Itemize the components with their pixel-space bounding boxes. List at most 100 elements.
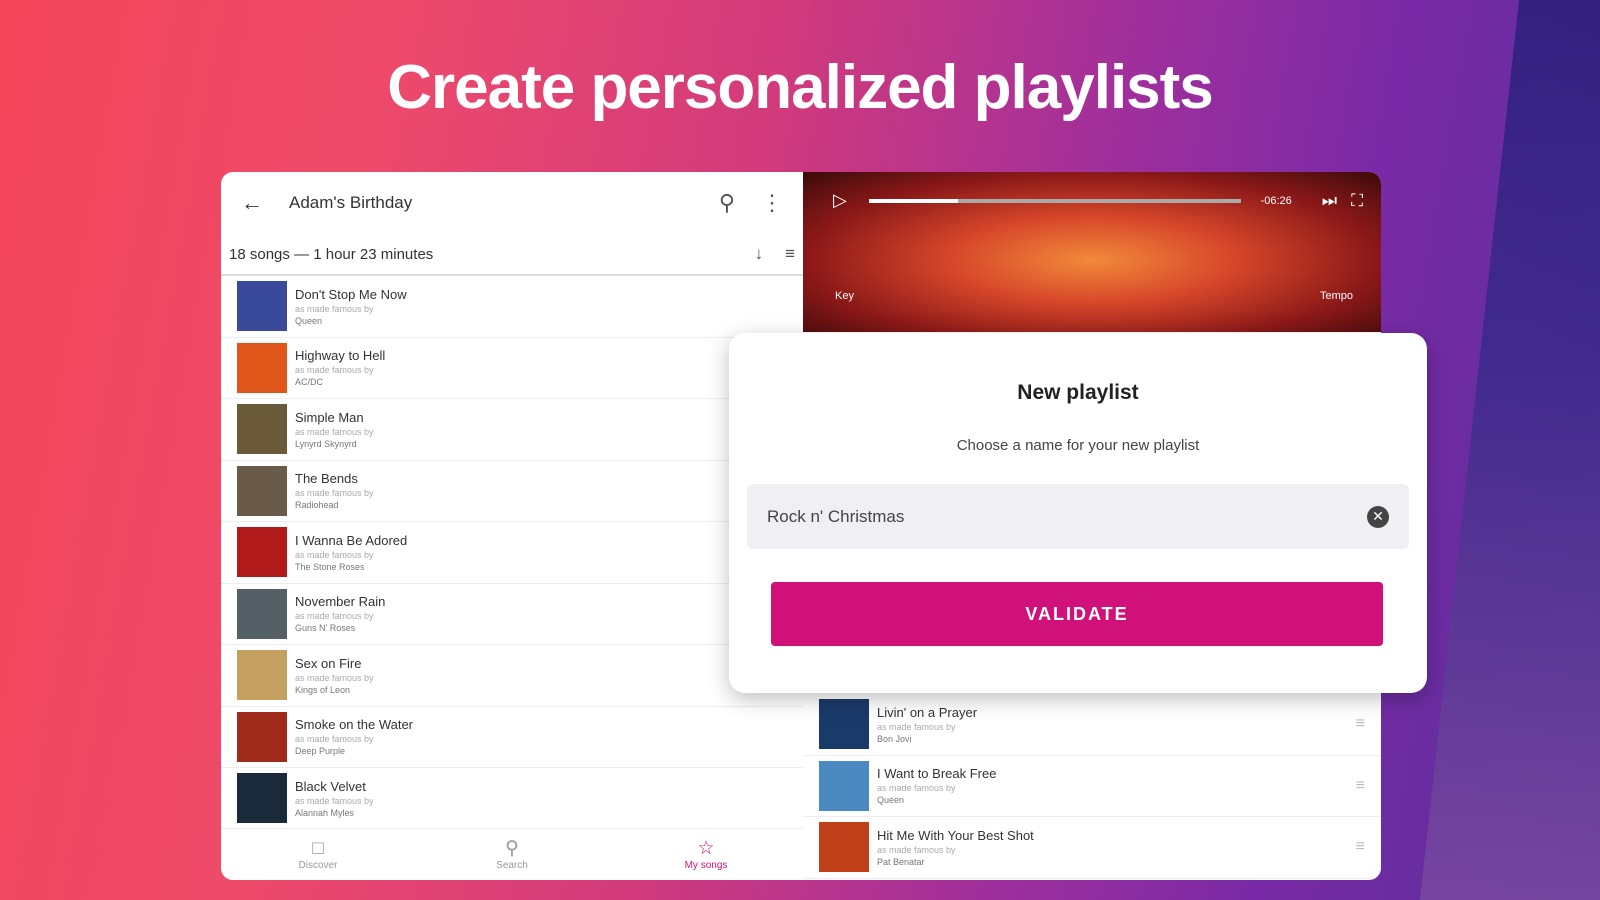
song-subtitle: as made famous by xyxy=(295,303,374,314)
search-icon[interactable]: ⚲ xyxy=(719,190,735,216)
playlist-summary-bar: 18 songs — 1 hour 23 minutes ↓ ≡ xyxy=(221,234,803,276)
song-row[interactable]: The Bends as made famous by Radiohead xyxy=(221,461,803,522)
song-row[interactable]: Simple Man as made famous by Lynyrd Skynyr… xyxy=(221,399,803,461)
album-art xyxy=(237,650,287,701)
song-title: Smoke on the Water xyxy=(295,717,414,733)
album-art xyxy=(819,760,869,811)
song-subtitle: as made famous by xyxy=(295,549,374,560)
song-title: Livin' on a Prayer xyxy=(877,704,978,720)
song-subtitle: as made famous by xyxy=(295,365,374,376)
progress-track[interactable] xyxy=(869,198,1241,203)
song-list: Don't Stop Me Now as made famous by Queen H… xyxy=(221,276,803,830)
song-artist: Lynyrd Skynyrd xyxy=(295,438,357,449)
album-art xyxy=(237,404,287,455)
song-artist: AC/DC xyxy=(295,377,324,388)
song-artist: Guns N' Roses xyxy=(295,623,356,634)
song-meta: Simple Man as made famous by Lynyrd Skynyr… xyxy=(295,409,374,450)
playlist-name-field: ✕ xyxy=(747,484,1409,549)
song-meta: Livin' on a Prayer as made famous by Bon J… xyxy=(877,704,977,745)
new-playlist-dialog: New playlist Choose a name for your new … xyxy=(729,333,1427,693)
song-row[interactable]: I Want to Break Free as made famous by Que… xyxy=(803,756,1381,817)
background-shape xyxy=(1420,0,1600,900)
sort-icon[interactable]: ≡ xyxy=(785,244,795,264)
song-subtitle: as made famous by xyxy=(295,672,374,683)
playlist-panel: ← Adam's Birthday ⚲ ⋮ 18 songs — 1 hour … xyxy=(221,172,803,880)
song-artist: Queen xyxy=(295,315,323,326)
song-subtitle: as made famous by xyxy=(295,734,374,745)
album-art xyxy=(819,699,869,750)
book-icon: □ xyxy=(312,838,324,859)
video-controls: ▷ -06:26 ⏭ ⛶ xyxy=(833,190,1363,211)
song-subtitle: as made famous by xyxy=(295,611,374,622)
song-subtitle: as made famous by xyxy=(295,795,374,806)
album-art xyxy=(237,588,287,639)
song-row[interactable]: Don't Stop Me Now as made famous by Queen xyxy=(221,276,803,338)
play-icon[interactable]: ▷ xyxy=(833,190,869,211)
fullscreen-icon[interactable]: ⛶ xyxy=(1351,191,1363,211)
dialog-title: New playlist xyxy=(1017,381,1139,404)
song-meta: Highway to Hell as made famous by AC/DC xyxy=(295,347,385,388)
playlist-name-input[interactable] xyxy=(767,506,1367,527)
download-icon[interactable]: ↓ xyxy=(755,244,764,264)
album-art xyxy=(819,822,869,873)
song-title: I Wanna Be Adored xyxy=(295,532,408,548)
song-title: I Want to Break Free xyxy=(877,766,997,782)
playlist-title: Adam's Birthday xyxy=(289,193,413,212)
headline: Create personalized playlists xyxy=(387,53,1214,122)
song-meta: I Wanna Be Adored as made famous by The St… xyxy=(295,532,407,573)
song-subtitle: as made famous by xyxy=(295,488,374,499)
more-vert-icon[interactable]: ⋮ xyxy=(761,190,783,216)
video-area: ▷ -06:26 ⏭ ⛶ Key Tempo xyxy=(803,172,1381,332)
song-artist: Alannah Myles xyxy=(295,807,355,818)
validate-button[interactable]: VALIDATE xyxy=(771,582,1383,646)
song-subtitle: as made famous by xyxy=(877,844,956,855)
song-row[interactable]: Black Velvet as made famous by Alannah Myl… xyxy=(221,768,803,830)
nav-search[interactable]: ⚲ Search xyxy=(415,829,609,880)
drag-handle-icon[interactable]: ≡ xyxy=(1356,715,1365,733)
song-meta: Smoke on the Water as made famous by Deep … xyxy=(295,716,413,757)
song-title: Black Velvet xyxy=(295,778,366,794)
drag-handle-icon[interactable]: ≡ xyxy=(1356,777,1365,795)
nav-discover[interactable]: □ Discover xyxy=(221,829,415,880)
song-row[interactable]: Sex on Fire as made famous by Kings of Leo… xyxy=(221,645,803,707)
song-title: Don't Stop Me Now xyxy=(295,286,407,302)
song-artist: Radiohead xyxy=(295,500,339,511)
skip-next-icon[interactable]: ⏭ xyxy=(1322,191,1337,211)
song-row[interactable]: Smoke on the Water as made famous by Deep … xyxy=(221,707,803,768)
back-arrow-icon[interactable]: ← xyxy=(241,190,289,216)
song-artist: Deep Purple xyxy=(295,746,346,757)
song-meta: Don't Stop Me Now as made famous by Queen xyxy=(295,286,407,327)
clear-icon[interactable]: ✕ xyxy=(1367,505,1389,528)
song-meta: Sex on Fire as made famous by Kings of Leo… xyxy=(295,655,374,696)
album-art xyxy=(237,711,287,762)
song-meta: I Want to Break Free as made famous by Que… xyxy=(877,765,996,806)
album-art xyxy=(237,281,287,332)
song-title: November Rain xyxy=(295,594,386,610)
drag-handle-icon[interactable]: ≡ xyxy=(1356,838,1365,856)
song-meta: Hit Me With Your Best Shot as made famous… xyxy=(877,827,1034,868)
playlist-summary: 18 songs — 1 hour 23 minutes xyxy=(229,245,434,263)
song-meta: Black Velvet as made famous by Alannah Myl… xyxy=(295,778,374,819)
song-row[interactable]: Livin' on a Prayer as made famous by Bon J… xyxy=(803,694,1381,756)
song-title: Simple Man xyxy=(295,409,364,425)
star-icon: ☆ xyxy=(697,838,715,859)
album-art xyxy=(237,342,287,393)
progress-fill xyxy=(869,198,959,203)
song-meta: November Rain as made famous by Guns N' Ro… xyxy=(295,593,385,634)
nav-my-songs[interactable]: ☆ My songs xyxy=(609,829,803,880)
song-row[interactable]: Hit Me With Your Best Shot as made famous… xyxy=(803,817,1381,879)
song-row[interactable]: Highway to Hell as made famous by AC/DC xyxy=(221,338,803,399)
album-art xyxy=(237,465,287,516)
nav-label: Discover xyxy=(298,860,338,871)
bottom-nav: □ Discover ⚲ Search ☆ My songs xyxy=(221,828,803,880)
song-row[interactable]: I Wanna Be Adored as made famous by The St… xyxy=(221,522,803,584)
song-title: Hit Me With Your Best Shot xyxy=(877,827,1034,843)
album-art xyxy=(237,527,287,578)
song-row[interactable]: November Rain as made famous by Guns N' Ro… xyxy=(221,584,803,645)
nav-label: My songs xyxy=(684,860,728,871)
nav-label: Search xyxy=(496,860,528,871)
song-artist: Queen xyxy=(877,795,905,806)
song-subtitle: as made famous by xyxy=(877,783,956,794)
song-artist: Kings of Leon xyxy=(295,684,351,695)
search-icon: ⚲ xyxy=(505,838,519,859)
